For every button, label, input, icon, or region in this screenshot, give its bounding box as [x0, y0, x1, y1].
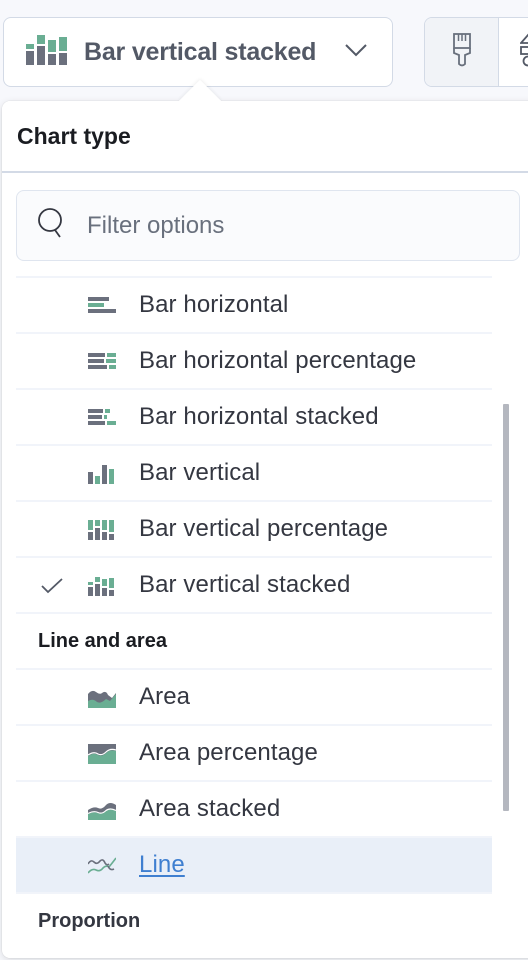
option-bar-horizontal-stacked[interactable]: Bar horizontal stacked: [16, 390, 492, 446]
filter-options-input[interactable]: [87, 211, 487, 240]
bar-vertical-percentage-icon: [88, 518, 116, 542]
option-label: Area stacked: [139, 795, 281, 822]
option-bar-vertical-stacked[interactable]: Bar vertical stacked: [16, 558, 492, 614]
option-label: Area percentage: [139, 739, 318, 766]
option-label: Bar vertical stacked: [139, 571, 351, 598]
option-bar-horizontal[interactable]: Bar horizontal: [16, 278, 492, 334]
chart-type-label: Bar vertical stacked: [84, 37, 317, 66]
bar-vertical-icon: [88, 462, 116, 486]
toolbar-button-group: [424, 17, 528, 87]
option-label: Bar horizontal: [139, 291, 289, 318]
option-area-stacked[interactable]: Area stacked: [16, 782, 492, 838]
option-label: Bar horizontal stacked: [139, 403, 379, 430]
chart-type-switch-button[interactable]: Bar vertical stacked: [3, 17, 393, 87]
search-icon: [37, 207, 67, 244]
layers-icon: [519, 33, 528, 72]
area-stacked-icon: [87, 798, 117, 822]
list-scrollbar[interactable]: [503, 404, 509, 811]
bar-vertical-stacked-icon: [88, 574, 116, 598]
option-bar-vertical[interactable]: Bar vertical: [16, 446, 492, 502]
option-line[interactable]: Line: [16, 838, 492, 894]
option-label: Bar vertical percentage: [139, 515, 389, 542]
bar-vertical-stacked-icon: [26, 34, 68, 70]
popover-title: Chart type: [2, 101, 528, 173]
bar-horizontal-percentage-icon: [88, 350, 116, 374]
option-area-percentage[interactable]: Area percentage: [16, 726, 492, 782]
option-label: Area: [139, 683, 191, 710]
chart-type-popover: Chart type Bar horizontal: [2, 101, 528, 958]
chart-type-list[interactable]: Bar horizontal Bar horizontal percentage: [16, 276, 492, 944]
layers-button[interactable]: [500, 18, 528, 86]
chevron-down-icon: [344, 42, 368, 63]
list-bottom-fade: [2, 936, 528, 958]
area-percentage-icon: [87, 742, 117, 766]
option-label: Bar horizontal percentage: [139, 347, 417, 374]
group-title-line-and-area: Line and area: [16, 614, 492, 670]
option-label: Line: [139, 851, 185, 878]
option-bar-vertical-percentage[interactable]: Bar vertical percentage: [16, 502, 492, 558]
paintbrush-icon: [452, 32, 471, 72]
bar-horizontal-stacked-icon: [88, 406, 116, 430]
option-bar-horizontal-percentage[interactable]: Bar horizontal percentage: [16, 334, 492, 390]
option-label: Bar vertical: [139, 459, 261, 486]
area-icon: [88, 686, 116, 710]
line-icon: [87, 854, 117, 878]
option-area[interactable]: Area: [16, 670, 492, 726]
check-icon: [40, 576, 64, 596]
bar-horizontal-icon: [88, 294, 116, 318]
style-button[interactable]: [425, 18, 499, 86]
filter-search-box[interactable]: [16, 190, 520, 261]
